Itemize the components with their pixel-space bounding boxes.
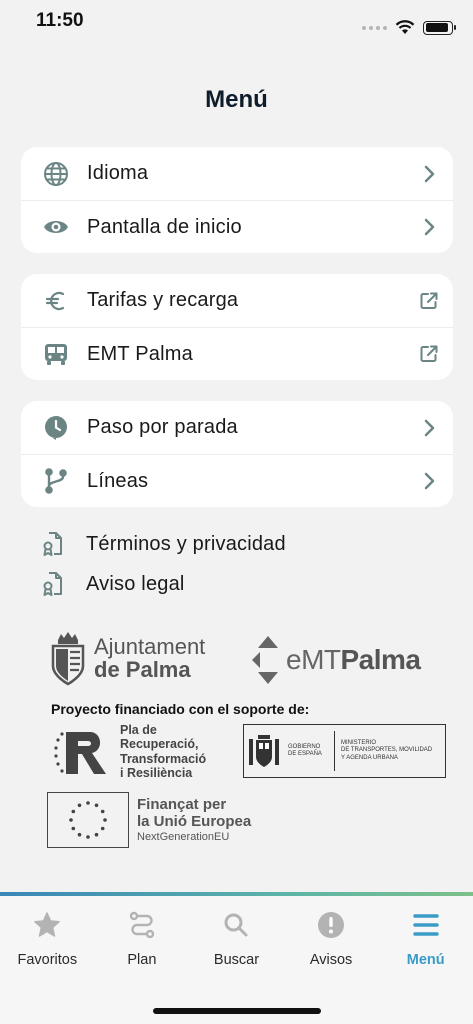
tab-favoritos[interactable]: Favoritos bbox=[0, 910, 95, 968]
chevron-right-icon bbox=[419, 217, 439, 237]
menu-group-preferences: Idioma Pantalla de inicio bbox=[21, 147, 453, 253]
chevron-right-icon bbox=[419, 418, 439, 438]
tab-label: Avisos bbox=[309, 952, 353, 968]
chevron-right-icon bbox=[419, 164, 439, 184]
bus-icon bbox=[43, 341, 69, 367]
tab-plan[interactable]: Plan bbox=[95, 910, 190, 968]
eu-line1: Finançat per bbox=[137, 796, 227, 814]
home-indicator[interactable] bbox=[153, 1008, 321, 1014]
coat-of-arms-icon bbox=[51, 632, 85, 686]
eu-line2: la Unió Europea bbox=[137, 812, 252, 830]
link-terminos-privacidad[interactable]: Términos y privacidad bbox=[40, 527, 286, 561]
status-bar: 11:50 bbox=[0, 0, 473, 44]
plan-recuperacion-logo: Pla de Recuperació, Transformació i Resi… bbox=[52, 723, 206, 781]
recup-line4: i Resiliència bbox=[120, 766, 193, 781]
page-title: Menú bbox=[205, 86, 268, 113]
menu-item-tarifas[interactable]: Tarifas y recarga bbox=[21, 274, 453, 327]
sponsor-logos: Ajuntament de Palma eMTPalma Proyecto fi… bbox=[0, 620, 473, 860]
tab-avisos[interactable]: Avisos bbox=[284, 910, 379, 968]
min-line1: MINISTERIO bbox=[341, 740, 377, 747]
emt-suffix: Palma bbox=[340, 644, 422, 675]
ajuntament-palma-logo: Ajuntament de Palma bbox=[50, 630, 205, 686]
document-badge-icon bbox=[40, 531, 66, 557]
eu-flag-icon bbox=[47, 792, 129, 848]
gobierno-divider bbox=[334, 731, 335, 771]
menu-item-label: Paso por parada bbox=[87, 416, 238, 438]
next-generation-eu-logo: Finançat per la Unió Europea NextGenerat… bbox=[47, 792, 251, 848]
external-link-icon bbox=[419, 344, 439, 364]
tab-menu[interactable]: Menú bbox=[378, 910, 473, 968]
recup-line3: Transformació bbox=[120, 751, 207, 766]
star-icon bbox=[32, 910, 62, 940]
external-link-icon bbox=[419, 291, 439, 311]
status-icons bbox=[362, 20, 456, 35]
route-icon bbox=[43, 468, 69, 494]
menu-item-idioma[interactable]: Idioma bbox=[21, 147, 453, 200]
tab-bar: Favoritos Plan Buscar Avisos Menú bbox=[0, 892, 473, 1024]
menu-item-emt-palma[interactable]: EMT Palma bbox=[21, 327, 453, 380]
wifi-icon bbox=[395, 20, 415, 34]
menu-item-label: Tarifas y recarga bbox=[87, 289, 239, 311]
alert-icon bbox=[316, 910, 346, 940]
signal-icon bbox=[362, 25, 387, 30]
tab-label: Favoritos bbox=[17, 952, 78, 968]
spain-coat-of-arms-icon bbox=[244, 725, 284, 777]
chevron-right-icon bbox=[419, 471, 439, 491]
battery-icon bbox=[423, 20, 456, 35]
menu-item-label: Líneas bbox=[87, 469, 149, 492]
tab-bar-accent-line bbox=[0, 892, 473, 896]
clock-icon bbox=[43, 415, 69, 441]
menu-item-paso-parada[interactable]: Paso por parada bbox=[21, 401, 453, 454]
emt-palma-logo: eMTPalma bbox=[250, 634, 421, 686]
emt-diamond-icon bbox=[252, 636, 278, 684]
menu-icon bbox=[411, 910, 441, 940]
menu-group-external: Tarifas y recarga EMT Palma bbox=[21, 274, 453, 380]
menu-item-label: Pantalla de inicio bbox=[87, 215, 242, 238]
euro-icon bbox=[43, 288, 69, 314]
menu-item-lineas[interactable]: Líneas bbox=[21, 454, 453, 507]
tab-buscar[interactable]: Buscar bbox=[189, 910, 284, 968]
menu-group-transit: Paso por parada Líneas bbox=[21, 401, 453, 507]
tab-label: Menú bbox=[406, 952, 445, 968]
recuperacion-r-icon bbox=[54, 731, 106, 774]
recup-line1: Pla de bbox=[120, 723, 157, 737]
status-time: 11:50 bbox=[36, 10, 84, 31]
route-plan-icon bbox=[127, 910, 157, 940]
eu-line3: NextGenerationEU bbox=[137, 830, 230, 843]
ajuntament-line2: de Palma bbox=[94, 657, 191, 682]
funded-by-text: Proyecto financiado con el soporte de: bbox=[51, 701, 310, 717]
recup-line2: Recuperació, bbox=[120, 737, 199, 752]
menu-item-label: EMT Palma bbox=[87, 342, 193, 365]
menu-item-pantalla-inicio[interactable]: Pantalla de inicio bbox=[21, 200, 453, 253]
eye-icon bbox=[43, 214, 69, 240]
ajuntament-line1: Ajuntament bbox=[94, 633, 206, 659]
min-line3: Y AGENDA URBANA bbox=[341, 754, 398, 761]
gob-line1: GOBIERNO bbox=[288, 744, 321, 751]
tab-label: Buscar bbox=[213, 952, 260, 968]
tab-label: Plan bbox=[127, 952, 157, 968]
search-icon bbox=[221, 910, 251, 940]
link-label: Términos y privacidad bbox=[86, 532, 286, 555]
globe-icon bbox=[43, 161, 69, 187]
min-line2: DE TRANSPORTES, MOVILIDAD bbox=[341, 747, 433, 754]
emt-prefix: eMT bbox=[286, 644, 341, 675]
document-badge-icon bbox=[40, 571, 66, 597]
gob-line2: DE ESPAÑA bbox=[288, 751, 322, 757]
menu-item-label: Idioma bbox=[87, 162, 149, 184]
link-label: Aviso legal bbox=[86, 572, 185, 595]
gobierno-espana-logo: GOBIERNO DE ESPAÑA MINISTERIO DE TRANSPO… bbox=[243, 724, 446, 778]
link-aviso-legal[interactable]: Aviso legal bbox=[40, 567, 185, 601]
